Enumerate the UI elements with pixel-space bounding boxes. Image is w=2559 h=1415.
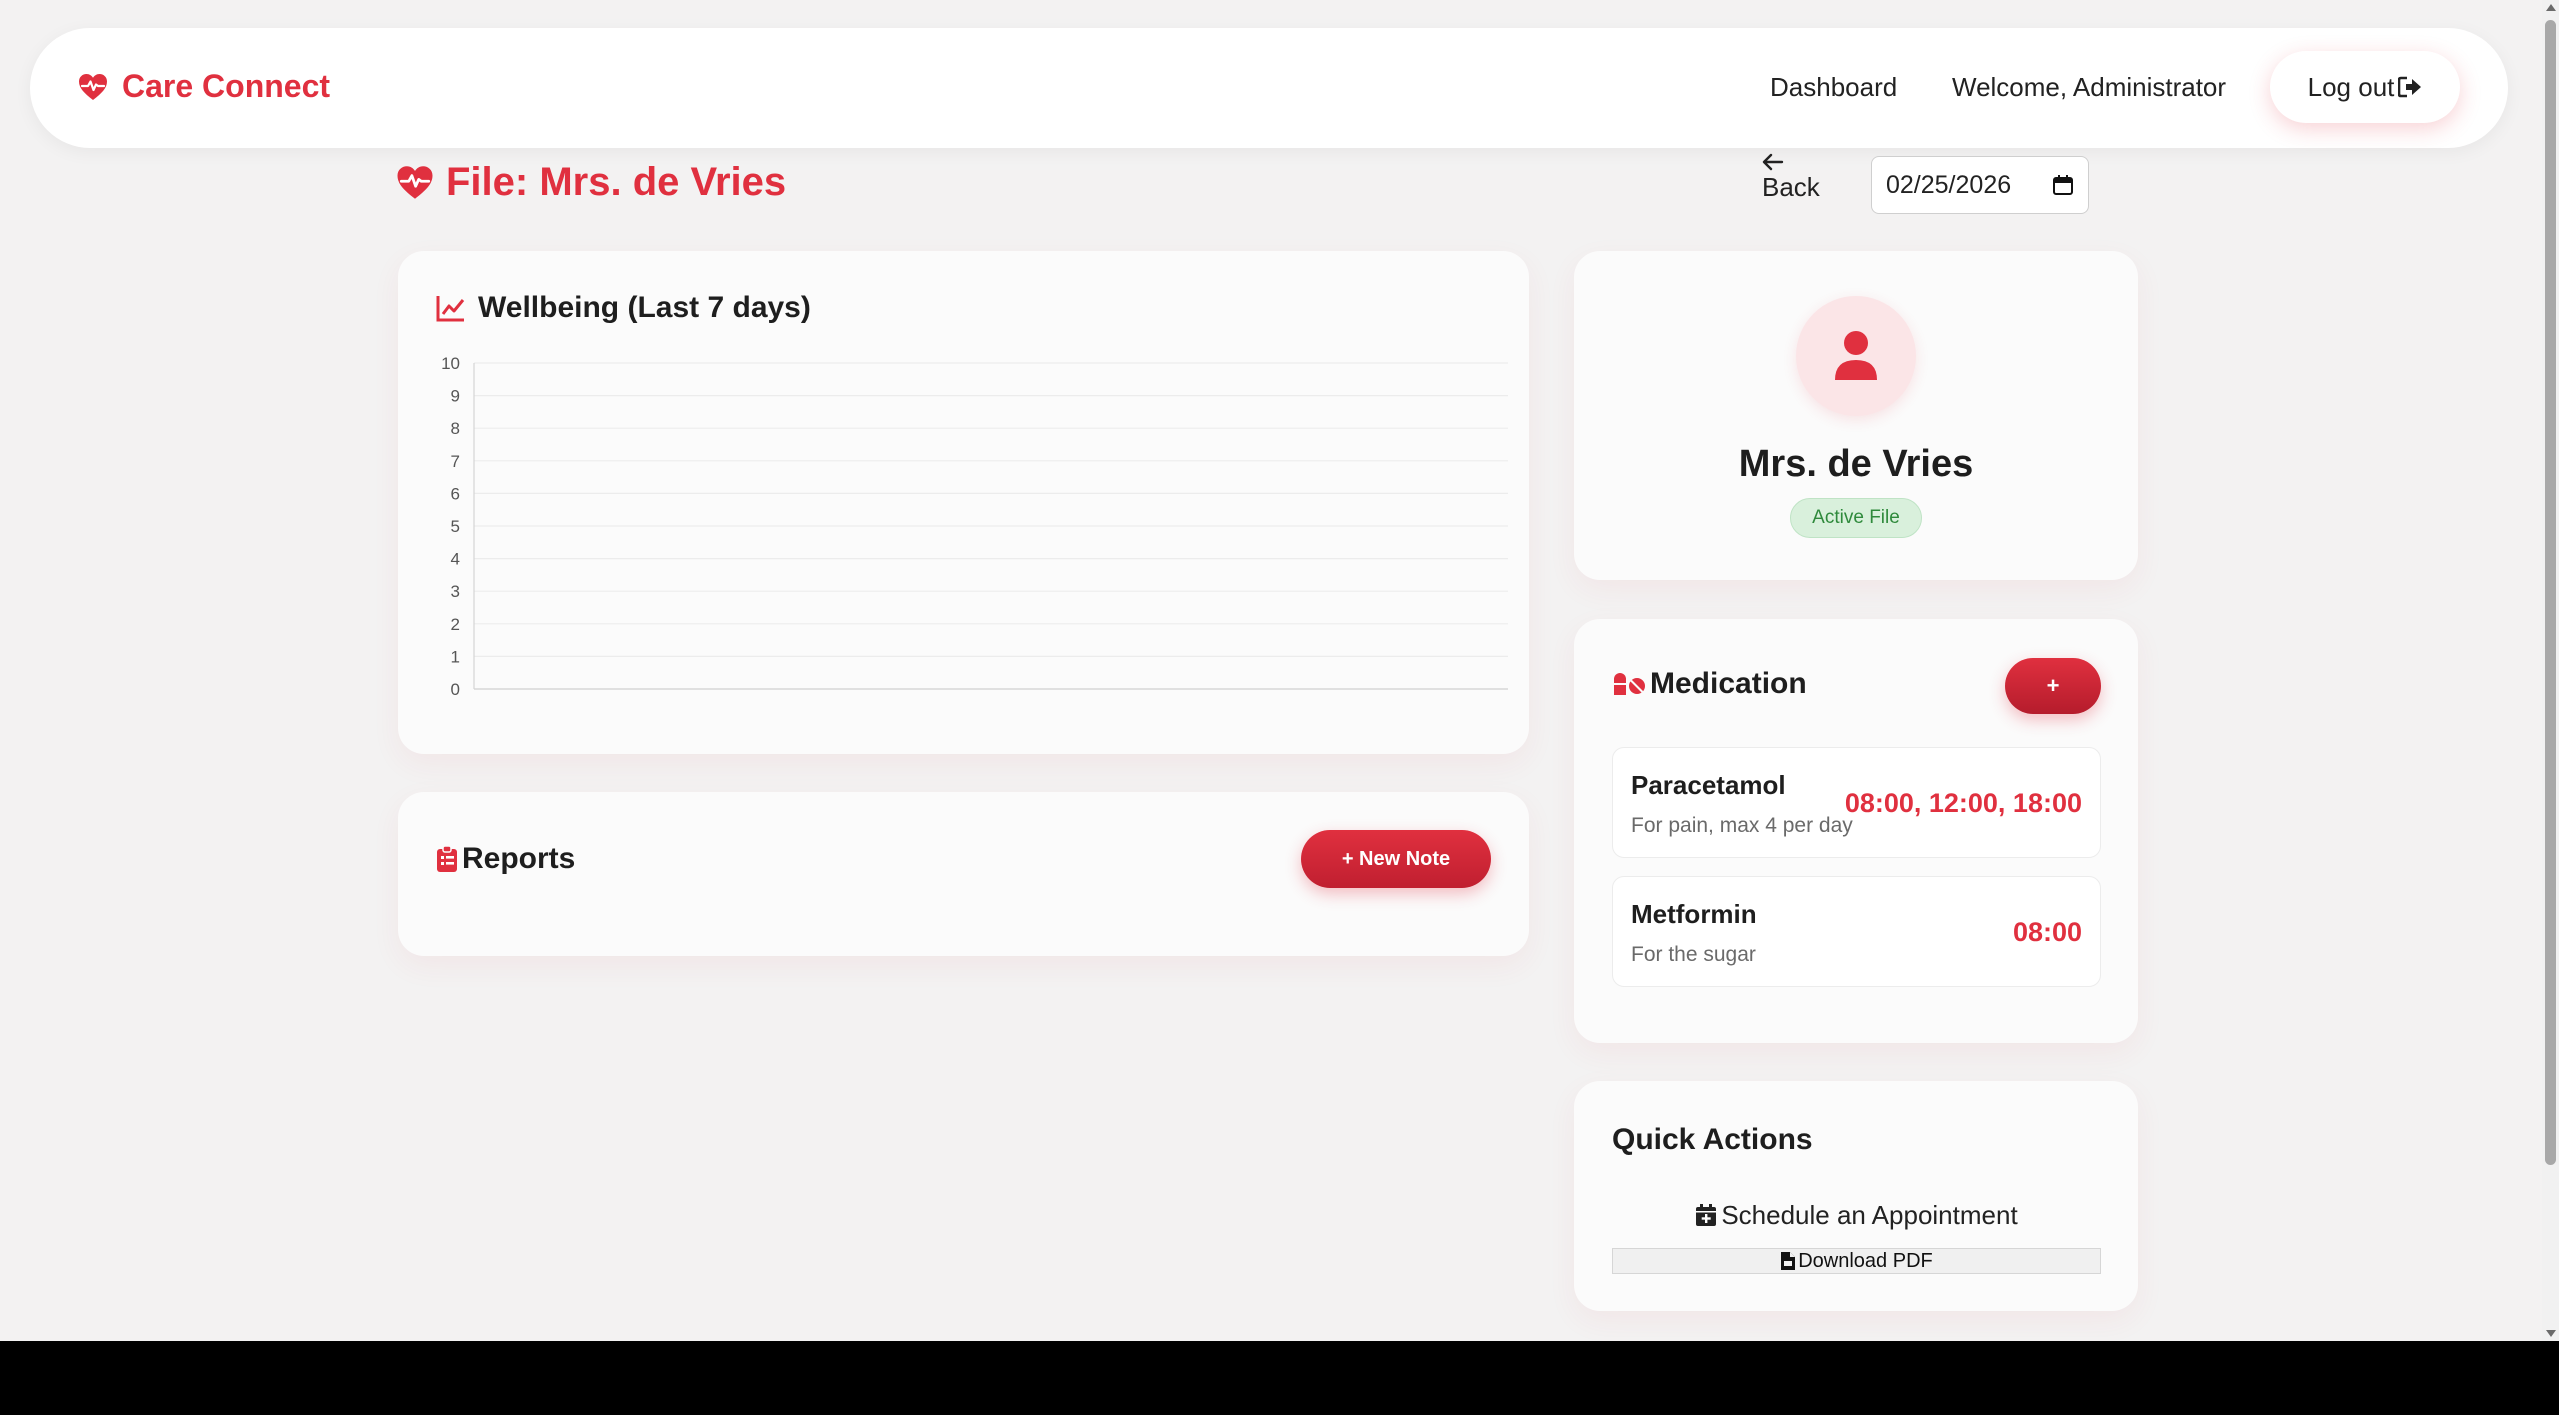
wellbeing-title: Wellbeing (Last 7 days) [436,291,811,325]
taskbar [0,1341,2559,1415]
medication-times: 08:00 [2012,917,2082,947]
nav-dashboard-link[interactable]: Dashboard [1770,72,1897,103]
page-title: File: Mrs. de Vries [396,160,786,205]
quick-actions-card: Quick Actions Schedule an Appointment Do… [1574,1081,2138,1311]
back-button[interactable]: Back [1762,152,1820,202]
wellbeing-card: Wellbeing (Last 7 days) 0 1 2 3 4 5 6 7 8 9 10 [398,251,1529,754]
date-picker[interactable]: 02/25/2026 [1871,156,2089,214]
medication-times: 08:00, 12:00, 18:00 [1844,788,2082,818]
scrollbar-thumb[interactable] [2545,20,2556,1165]
y-tick-label: 5 [451,517,460,536]
schedule-appointment-label: Schedule an Appointment [1721,1199,2018,1230]
back-label: Back [1762,172,1820,202]
top-navbar: Care Connect Dashboard Welcome, Administ… [30,28,2508,148]
avatar [1796,296,1916,416]
y-tick-label: 3 [451,582,460,601]
heart-pulse-icon [78,73,108,101]
y-tick-label: 0 [451,680,460,699]
medication-card: Medication + Paracetamol For pain, max 4… [1574,619,2138,1043]
page-title-text: File: Mrs. de Vries [446,160,787,204]
reports-title: Reports [436,842,575,876]
logout-label: Log out [2307,71,2395,102]
clipboard-list-icon [436,845,458,873]
medication-item[interactable]: Metformin For the sugar 08:00 [1612,876,2101,987]
wellbeing-title-text: Wellbeing (Last 7 days) [478,291,811,324]
chart-line-icon [436,294,466,322]
heart-pulse-icon [396,165,434,200]
pills-icon [1612,671,1646,697]
medication-description: For pain, max 4 per day [1631,814,1853,837]
medication-name: Paracetamol [1631,770,1786,800]
medication-description: For the sugar [1631,943,1756,966]
y-tick-label: 7 [451,452,460,471]
reports-title-text: Reports [462,842,576,875]
wellbeing-chart: 0 1 2 3 4 5 6 7 8 9 10 [441,354,1508,699]
browser-viewport: Care Connect Dashboard Welcome, Administ… [0,0,2542,1341]
new-note-button[interactable]: + New Note [1301,830,1491,888]
y-tick-label: 1 [451,647,460,666]
download-pdf-label: Download PDF [1798,1249,1933,1272]
vertical-scrollbar[interactable] [2542,0,2559,1341]
medication-name: Metformin [1631,899,1757,929]
calendar-icon[interactable] [2052,174,2074,196]
y-tick-label: 2 [451,615,460,634]
user-icon [1833,330,1879,382]
medication-title-text: Medication [1650,667,1807,700]
y-tick-label: 9 [451,387,460,406]
medication-title: Medication [1612,667,1807,701]
file-pdf-icon [1780,1251,1796,1271]
calendar-plus-icon [1695,1203,1717,1227]
status-badge: Active File [1790,498,1922,538]
y-tick-label: 8 [451,419,460,438]
add-medication-button[interactable]: + [2005,658,2101,714]
y-tick-label: 6 [451,484,460,503]
sign-out-icon [2398,76,2422,98]
scroll-down-icon[interactable] [2546,1330,2556,1337]
quick-actions-title: Quick Actions [1612,1123,1813,1156]
patient-name: Mrs. de Vries [1738,443,1974,485]
arrow-left-icon [1762,152,1820,172]
schedule-appointment-button[interactable]: Schedule an Appointment [1612,1195,2101,1235]
patient-profile-card: Mrs. de Vries Active File [1574,251,2138,580]
y-tick-label: 10 [441,354,460,373]
date-value: 02/25/2026 [1886,170,2012,199]
reports-card: Reports + New Note [398,792,1529,956]
medication-item[interactable]: Paracetamol For pain, max 4 per day 08:0… [1612,747,2101,858]
y-tick-label: 4 [451,550,460,569]
logout-button[interactable]: Log out [2270,51,2460,123]
brand-name: Care Connect [122,68,331,104]
welcome-text: Welcome, Administrator [1952,72,2227,102]
download-pdf-button[interactable]: Download PDF [1612,1248,2101,1274]
scroll-up-icon[interactable] [2546,4,2556,11]
brand-logo[interactable]: Care Connect [78,68,330,105]
